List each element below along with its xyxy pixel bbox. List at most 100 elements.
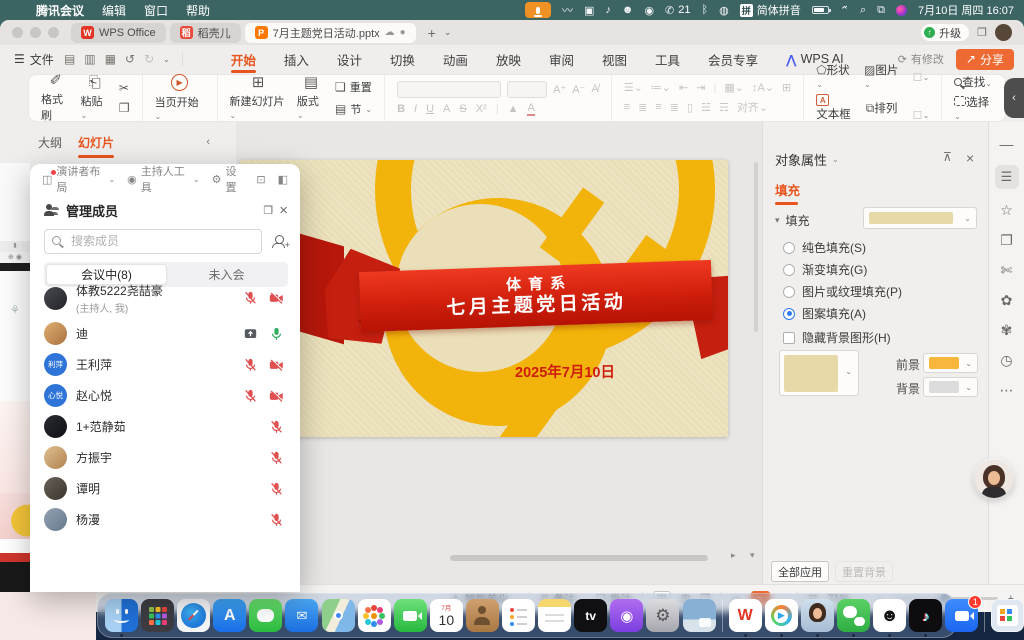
search-members-input[interactable]	[44, 229, 262, 254]
dock-facetime[interactable]	[394, 599, 427, 632]
gradient-fill-option[interactable]: 渐变填充(G)	[783, 261, 867, 278]
user-circle-icon[interactable]: ◍	[719, 4, 729, 17]
zoom-traffic-light[interactable]	[48, 27, 59, 38]
align-left-icon[interactable]: ≡	[624, 101, 630, 113]
wallpaper-orb-icon[interactable]	[896, 5, 907, 16]
dock-launchpad[interactable]	[141, 599, 174, 632]
select-button[interactable]: 选择⌄	[954, 94, 993, 122]
dock-app-store[interactable]: A	[213, 599, 246, 632]
properties-title[interactable]: 对象属性⌄	[775, 150, 839, 169]
camera-off-icon[interactable]	[269, 291, 284, 305]
increase-font-icon[interactable]: A⁺	[553, 83, 566, 96]
dock-mail[interactable]: ✉	[285, 599, 318, 632]
copy-button[interactable]: ❐	[119, 101, 130, 115]
disabled-merge-button[interactable]: ◻⌄	[913, 107, 930, 121]
fullscreen-icon[interactable]: ⊡	[256, 173, 265, 186]
dock-wechat[interactable]	[837, 599, 870, 632]
underline-icon[interactable]: U	[426, 103, 434, 115]
font-size-select[interactable]	[507, 81, 547, 98]
dock-finder[interactable]	[105, 599, 138, 632]
text-direction-icon[interactable]: ⊞	[782, 81, 791, 94]
pane-collapse-chevron[interactable]: ‹	[206, 136, 210, 148]
reset-background-button[interactable]: 重置背景	[835, 561, 893, 582]
save-icon[interactable]: ▤	[64, 52, 75, 66]
control-center-icon[interactable]: ⧉	[877, 4, 885, 17]
crop-rail-icon[interactable]: ✄	[1001, 262, 1013, 279]
undo-icon[interactable]: ↺	[125, 52, 135, 66]
distribute-icon[interactable]: ▯	[687, 101, 693, 114]
pin-icon[interactable]: ⊼	[943, 150, 952, 164]
section-button[interactable]: ▤节⌄	[335, 101, 372, 117]
picture-button[interactable]: ▨图片⌄	[864, 62, 901, 90]
dock-wallpaper-app[interactable]	[683, 599, 716, 632]
print-icon[interactable]: ▦	[105, 52, 116, 66]
align-center-icon[interactable]: ≣	[638, 101, 647, 114]
font-color-icon[interactable]: A	[527, 102, 534, 116]
douyin-status-icon[interactable]: ♪	[605, 4, 611, 16]
shapes-button[interactable]: ⬠形状⌄	[816, 62, 852, 90]
pattern-fill-option[interactable]: 图案填充(A)	[783, 305, 866, 322]
decrease-font-icon[interactable]: A⁻	[572, 83, 585, 96]
speaker-layout-button[interactable]: ◫ 演讲者布局⌄	[42, 163, 115, 195]
popout-icon[interactable]: ❐	[263, 204, 273, 217]
shrink-text-icon[interactable]: ☱	[701, 101, 711, 114]
qq-status-icon[interactable]: ☻	[622, 4, 634, 16]
tab-view[interactable]: 视图	[588, 45, 641, 73]
play-from-page-button[interactable]: ▶ 当页开始 ⌄	[155, 74, 205, 122]
dock-messages[interactable]	[249, 599, 282, 632]
tab-animation[interactable]: 动画	[429, 45, 482, 73]
picture-fill-option[interactable]: 图片或纹理填充(P)	[783, 283, 902, 300]
member-row[interactable]: 杨漫	[30, 504, 300, 535]
mic-muted-icon[interactable]	[269, 513, 284, 527]
share-button[interactable]: ↗ 分享	[956, 49, 1014, 70]
member-row[interactable]: 1+范静茹	[30, 411, 300, 442]
beautify-rail-icon[interactable]: ✾	[1001, 322, 1013, 339]
dock-podcasts[interactable]: ◉	[610, 599, 643, 632]
tab-design[interactable]: 设计	[323, 45, 376, 73]
align-right-icon[interactable]: ≡	[655, 101, 661, 113]
mic-muted-icon[interactable]	[243, 291, 258, 305]
doubao-status-icon[interactable]: ◉	[644, 4, 654, 17]
collapse-rail-icon[interactable]: —	[1000, 136, 1014, 152]
dock-reminders[interactable]	[502, 599, 535, 632]
dock-notes[interactable]	[538, 599, 571, 632]
dock-screenshot-thumbnail[interactable]	[991, 599, 1024, 632]
mic-on-icon[interactable]	[269, 327, 284, 341]
input-method-indicator[interactable]: 拼 简体拼音	[740, 2, 801, 18]
window-layout-icon[interactable]: ❐	[977, 26, 987, 39]
tab-review[interactable]: 审阅	[535, 45, 588, 73]
ribbon-collapse-handle[interactable]: ‹	[1004, 78, 1024, 118]
dock-system-settings[interactable]: ⚙	[646, 599, 679, 632]
paste-button[interactable]: ⎗ 粘贴 ⌄	[81, 75, 109, 121]
vertical-scrollbar[interactable]	[754, 162, 758, 332]
pattern-preview-dropdown[interactable]: ⌄	[779, 350, 859, 396]
quick-access-chevron[interactable]: ⌄	[163, 55, 170, 64]
bluetooth-icon[interactable]: ᛒ	[702, 4, 709, 16]
mic-muted-icon[interactable]	[243, 358, 258, 372]
outdent-icon[interactable]: ⇤	[679, 81, 688, 94]
bold-icon[interactable]: B	[397, 103, 405, 115]
tab-slideshow[interactable]: 放映	[482, 45, 535, 73]
font-family-select[interactable]	[397, 81, 501, 98]
dock-douyin[interactable]: ♪	[909, 599, 942, 632]
spotlight-icon[interactable]: ⌕	[860, 4, 866, 17]
meeting-settings-button[interactable]: ⚙ 设置	[212, 163, 245, 195]
close-panel-icon[interactable]: ×	[966, 150, 974, 166]
screen-sharing-icon[interactable]	[243, 327, 258, 341]
dock-qq[interactable]: ☻	[873, 599, 906, 632]
fill-section-header[interactable]: ▾ 填充	[775, 212, 810, 229]
camera-off-icon[interactable]	[269, 389, 284, 403]
properties-rail-icon-selected[interactable]: ☰	[995, 165, 1019, 189]
design-rail-icon[interactable]: ✿	[1001, 292, 1013, 309]
dock-tencent-video[interactable]: ▶	[765, 599, 798, 632]
tab-outline[interactable]: 大纲	[38, 134, 62, 151]
dock-contacts[interactable]	[466, 599, 499, 632]
account-avatar[interactable]	[995, 24, 1012, 41]
menu-help[interactable]: 帮助	[186, 2, 210, 19]
format-painter-button[interactable]: ✐ 格式刷	[41, 73, 71, 123]
redo-icon[interactable]: ↻	[144, 52, 154, 66]
tab-home[interactable]: 开始	[217, 45, 270, 73]
horizontal-scrollbar[interactable]	[450, 555, 708, 561]
dock-wps-office[interactable]: W	[729, 599, 762, 632]
grow-text-icon[interactable]: ☴	[719, 101, 729, 114]
